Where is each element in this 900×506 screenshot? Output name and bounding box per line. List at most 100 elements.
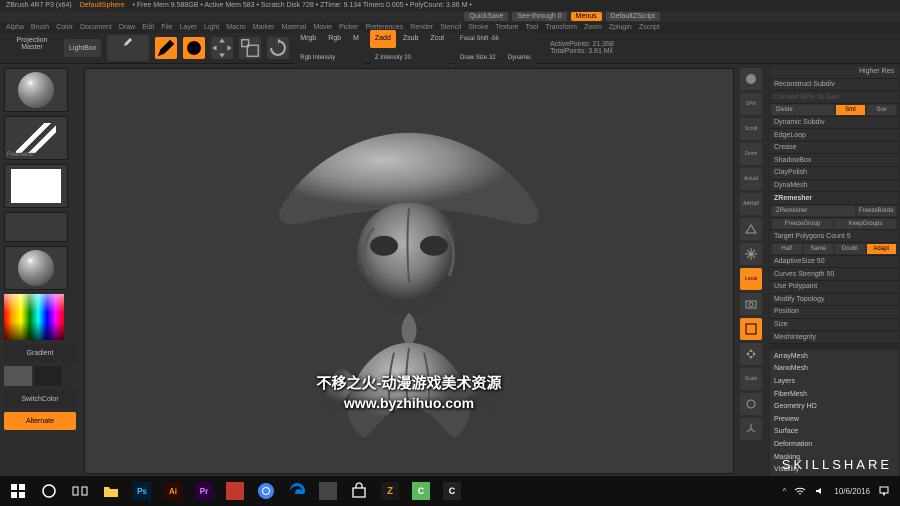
- freezeborder-toggle[interactable]: FreezeBorde: [857, 206, 896, 216]
- fibermesh-section[interactable]: FiberMesh: [770, 388, 898, 401]
- menu-marker[interactable]: Marker: [253, 24, 275, 31]
- geometryhd-section[interactable]: Geometry HD: [770, 400, 898, 413]
- taskbar-camtasia[interactable]: C: [407, 479, 435, 503]
- curves-strength-slider[interactable]: Curves Strength 50: [770, 268, 898, 281]
- keepgroups-toggle[interactable]: KeepGroups: [835, 219, 896, 229]
- same-button[interactable]: Same: [804, 244, 834, 254]
- taskbar-app1[interactable]: [221, 479, 249, 503]
- volume-icon[interactable]: [814, 485, 826, 497]
- taskbar-premiere[interactable]: Pr: [190, 479, 218, 503]
- frame-button[interactable]: [740, 318, 762, 340]
- material-picker-2[interactable]: [4, 246, 68, 290]
- taskbar-zbrush[interactable]: Z: [376, 479, 404, 503]
- rotate-mode-button[interactable]: [267, 37, 289, 59]
- rgb-button[interactable]: Rgb: [323, 30, 346, 48]
- mrgb-button[interactable]: Mrgb: [295, 30, 321, 48]
- smt-toggle[interactable]: Smt: [836, 105, 865, 115]
- target-polygons-slider[interactable]: Target Polygons Count 5: [770, 230, 898, 243]
- cortana-button[interactable]: [35, 479, 63, 503]
- persp-button[interactable]: [740, 218, 762, 240]
- alternate-button[interactable]: Alternate: [4, 412, 76, 430]
- menu-zplugin[interactable]: Zplugin: [609, 24, 632, 31]
- taskbar-app3[interactable]: C: [438, 479, 466, 503]
- projection-master-button[interactable]: Projection Master: [6, 35, 58, 61]
- reconstruct-subdiv-button[interactable]: Reconstruct Subdiv: [770, 79, 898, 92]
- zsub-button[interactable]: Zsub: [398, 30, 424, 48]
- start-button[interactable]: [4, 479, 32, 503]
- shadowbox-section[interactable]: ShadowBox: [770, 154, 898, 167]
- edit-mode-button[interactable]: [155, 37, 177, 59]
- zadd-button[interactable]: Zadd: [370, 30, 396, 48]
- scale-view-button[interactable]: Scale: [740, 368, 762, 390]
- lcam-button[interactable]: [740, 293, 762, 315]
- wifi-icon[interactable]: [794, 485, 806, 497]
- zoom-button[interactable]: Zoom: [740, 143, 762, 165]
- taskbar-illustrator[interactable]: Ai: [159, 479, 187, 503]
- use-polypaint-toggle[interactable]: Use Polypaint: [770, 281, 898, 294]
- suv-toggle[interactable]: Suv: [867, 105, 896, 115]
- stroke-picker[interactable]: Freehand: [4, 116, 68, 160]
- menu-zscript[interactable]: Zscript: [639, 24, 660, 31]
- edgeloop-section[interactable]: EdgeLoop: [770, 129, 898, 142]
- dynamesh-section[interactable]: DynaMesh: [770, 180, 898, 193]
- tray-date[interactable]: 10/6/2016: [834, 487, 870, 496]
- color-picker[interactable]: [4, 294, 64, 340]
- menu-layer[interactable]: Layer: [180, 24, 198, 31]
- zcut-button[interactable]: Zcut: [425, 30, 449, 48]
- actual-button[interactable]: Actual: [740, 168, 762, 190]
- meshintegrity-section[interactable]: MeshIntegrity: [770, 331, 898, 344]
- deformation-section[interactable]: Deformation: [770, 438, 898, 451]
- draw-mode-button[interactable]: [183, 37, 205, 59]
- taskbar-explorer[interactable]: [97, 479, 125, 503]
- claypolish-section[interactable]: ClayPolish: [770, 167, 898, 180]
- adapt-toggle[interactable]: Adapt: [867, 244, 897, 254]
- scroll-button[interactable]: Scroll: [740, 118, 762, 140]
- half-button[interactable]: Half: [772, 244, 802, 254]
- alpha-picker[interactable]: [4, 164, 68, 208]
- bpr-button[interactable]: [740, 68, 762, 90]
- rotate-view-button[interactable]: [740, 393, 762, 415]
- position-section[interactable]: Position: [770, 306, 898, 319]
- preview-section[interactable]: Preview: [770, 413, 898, 426]
- double-button[interactable]: Doubl: [835, 244, 865, 254]
- menu-transform[interactable]: Transform: [545, 24, 577, 31]
- taskbar-chrome[interactable]: [252, 479, 280, 503]
- rgb-intensity-slider[interactable]: Rgb Intensity: [295, 49, 364, 67]
- quicksave-button[interactable]: QuickSave: [464, 12, 508, 21]
- m-button[interactable]: M: [348, 30, 364, 48]
- menu-draw[interactable]: Draw: [119, 24, 135, 31]
- convert-bpr-button[interactable]: Convert BPR To Geo: [770, 91, 898, 104]
- menu-light[interactable]: Light: [204, 24, 219, 31]
- spix-button[interactable]: SPix: [740, 93, 762, 115]
- quicksketch-button[interactable]: [107, 35, 149, 61]
- dynamic-toggle[interactable]: Dynamic: [503, 49, 536, 67]
- draw-size-slider[interactable]: Draw Size 32: [455, 49, 501, 67]
- xyz-button[interactable]: [740, 418, 762, 440]
- taskbar-store[interactable]: [345, 479, 373, 503]
- move-view-button[interactable]: [740, 343, 762, 365]
- crease-section[interactable]: Crease: [770, 142, 898, 155]
- menus-toggle[interactable]: Menus: [571, 12, 602, 21]
- modify-topology-section[interactable]: Modify Topology: [770, 294, 898, 307]
- move-mode-button[interactable]: [211, 37, 233, 59]
- menu-color[interactable]: Color: [56, 24, 73, 31]
- surface-section[interactable]: Surface: [770, 426, 898, 439]
- material-picker[interactable]: [4, 68, 68, 112]
- lightbox-button[interactable]: LightBox: [64, 39, 101, 57]
- menu-alpha[interactable]: Alpha: [6, 24, 24, 31]
- seethrough-slider[interactable]: See-through 0: [512, 12, 566, 21]
- nanomesh-section[interactable]: NanoMesh: [770, 363, 898, 376]
- notifications-icon[interactable]: [878, 485, 890, 497]
- zremesher-button[interactable]: ZRemesher: [772, 206, 855, 216]
- taskview-button[interactable]: [66, 479, 94, 503]
- menu-brush[interactable]: Brush: [31, 24, 49, 31]
- system-tray[interactable]: ^ 10/6/2016: [783, 485, 896, 497]
- taskbar-edge[interactable]: [283, 479, 311, 503]
- aahalf-button[interactable]: AAHalf: [740, 193, 762, 215]
- taskbar-photoshop[interactable]: Ps: [128, 479, 156, 503]
- arraymesh-section[interactable]: ArrayMesh: [770, 350, 898, 363]
- taskbar-app2[interactable]: [314, 479, 342, 503]
- floor-button[interactable]: [740, 243, 762, 265]
- local-button[interactable]: Local: [740, 268, 762, 290]
- focal-shift-slider[interactable]: Focal Shift -56: [455, 30, 536, 48]
